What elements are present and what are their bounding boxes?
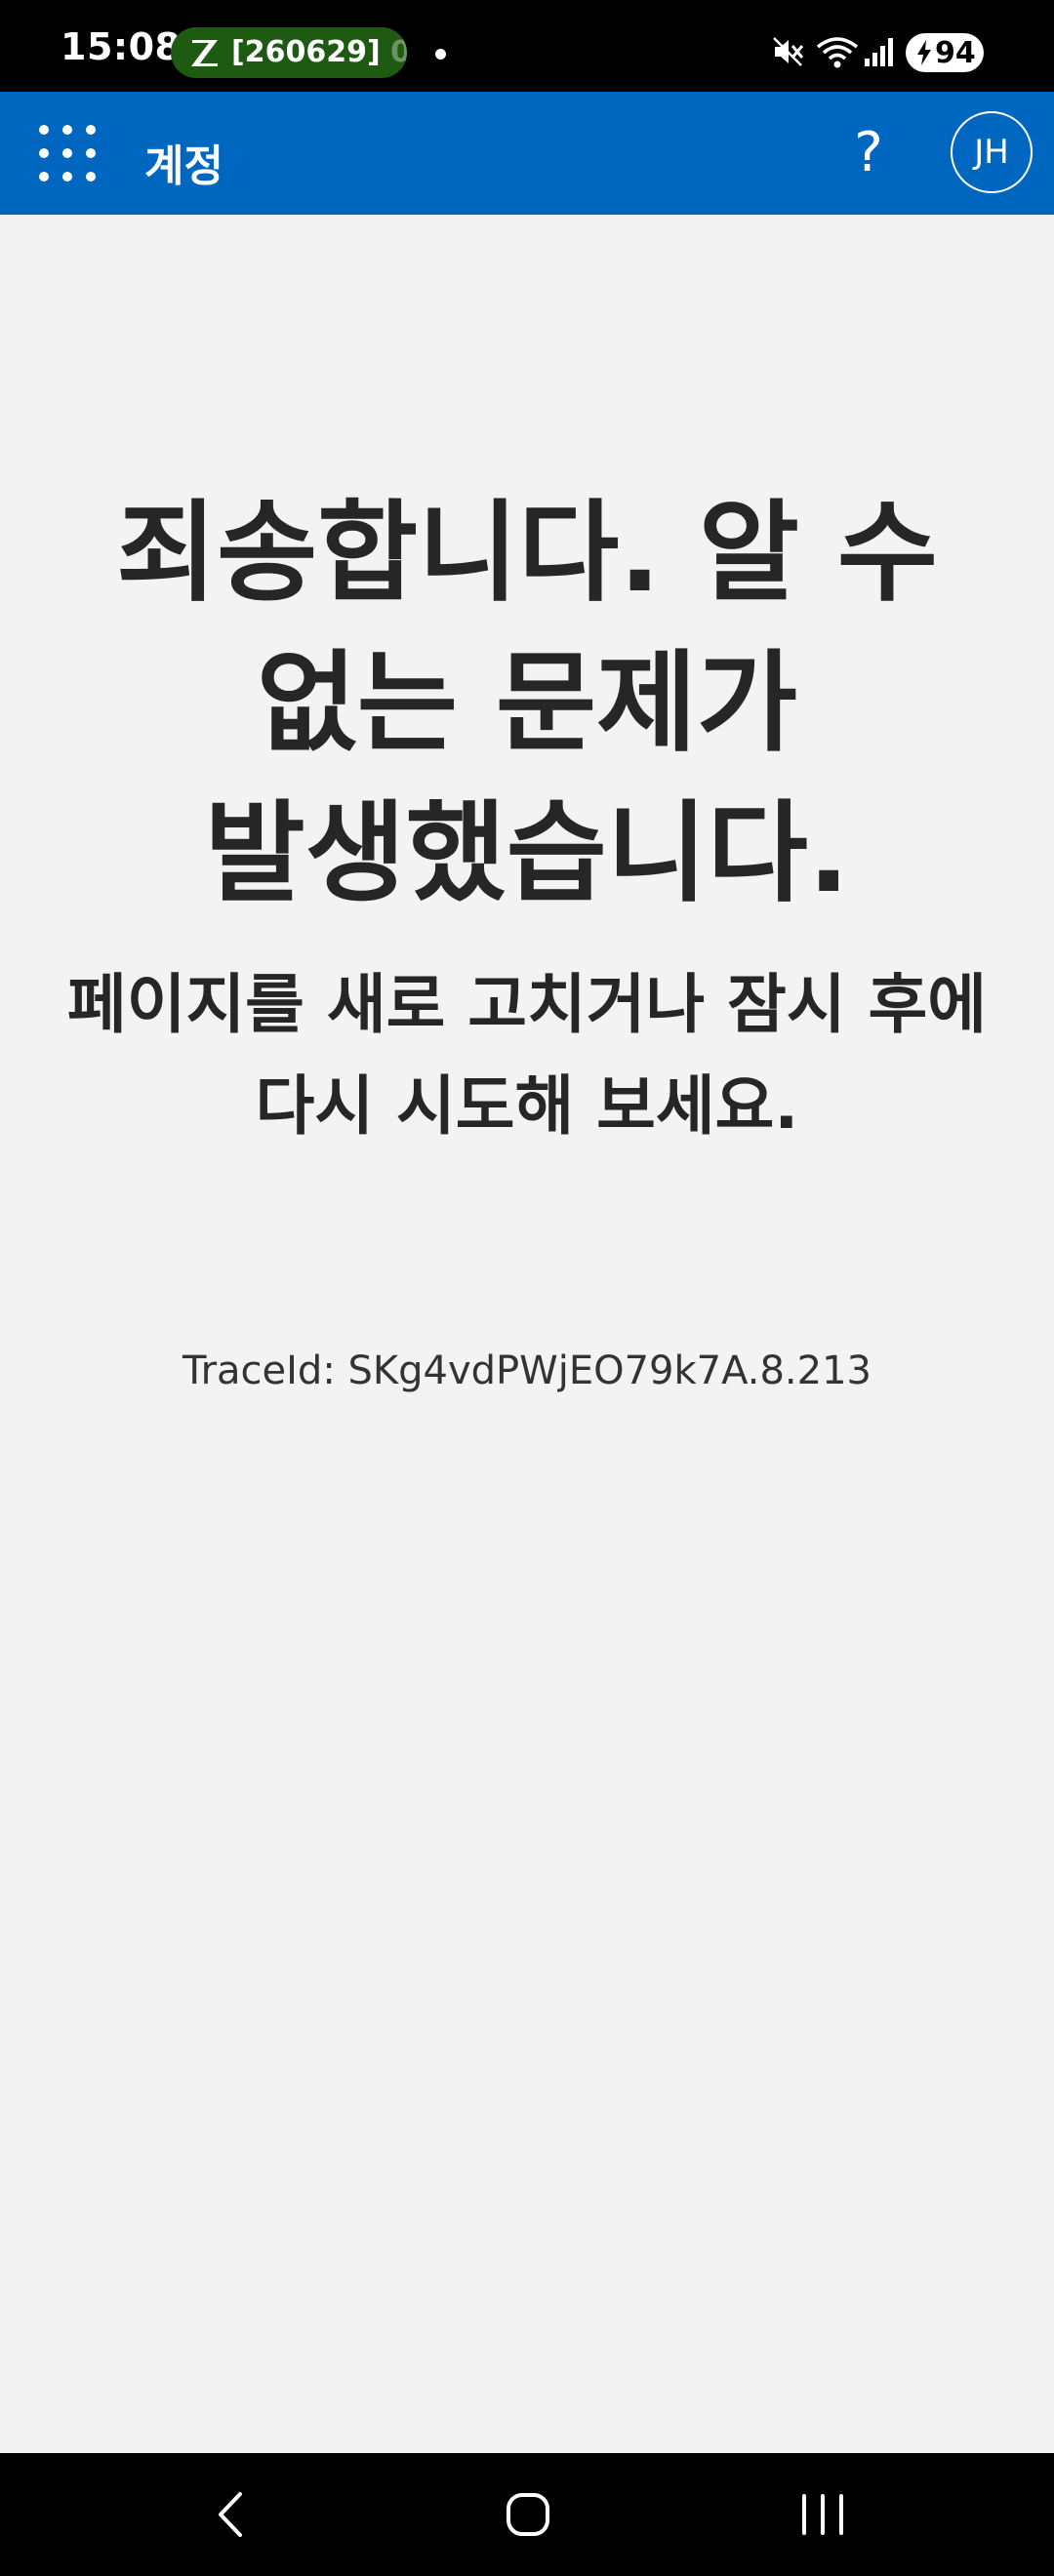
battery-charging-icon	[917, 40, 931, 65]
app-header: 계정 ? JH	[0, 92, 1054, 215]
wifi-icon	[816, 37, 859, 68]
app-launcher-waffle-icon[interactable]	[37, 123, 98, 183]
battery-level: 94	[935, 36, 976, 70]
trace-id: TraceId: SKg4vdPWjEO79k7A.8.213	[182, 1348, 872, 1393]
notification-dot	[435, 49, 446, 60]
error-subtitle: 페이지를 새로 고치거나 잠시 후에 다시 시도해 보세요.	[67, 967, 987, 1144]
system-nav-bar	[0, 2453, 1054, 2576]
help-question-icon[interactable]: ?	[841, 123, 896, 183]
avatar[interactable]: JH	[951, 111, 1033, 193]
status-bar: 15:08 [260629] 0 94	[0, 0, 1054, 92]
nav-back-icon[interactable]	[199, 2480, 267, 2549]
battery-indicator: 94	[906, 33, 984, 72]
notification-chip[interactable]: [260629] 0	[171, 27, 407, 78]
notification-text: [260629]	[231, 35, 381, 69]
page-title: 계정	[144, 141, 223, 191]
vibrate-mute-icon	[773, 37, 804, 66]
app-logo-icon	[191, 40, 218, 66]
cell-signal-icon	[865, 38, 893, 66]
nav-home-icon[interactable]	[494, 2480, 562, 2549]
error-title: 죄송합니다. 알 수 없는 문제가 발생했습니다.	[116, 490, 938, 917]
nav-recent-apps-icon[interactable]	[789, 2480, 857, 2549]
status-time: 15:08	[61, 25, 182, 68]
notification-overflow: 0	[390, 35, 407, 69]
